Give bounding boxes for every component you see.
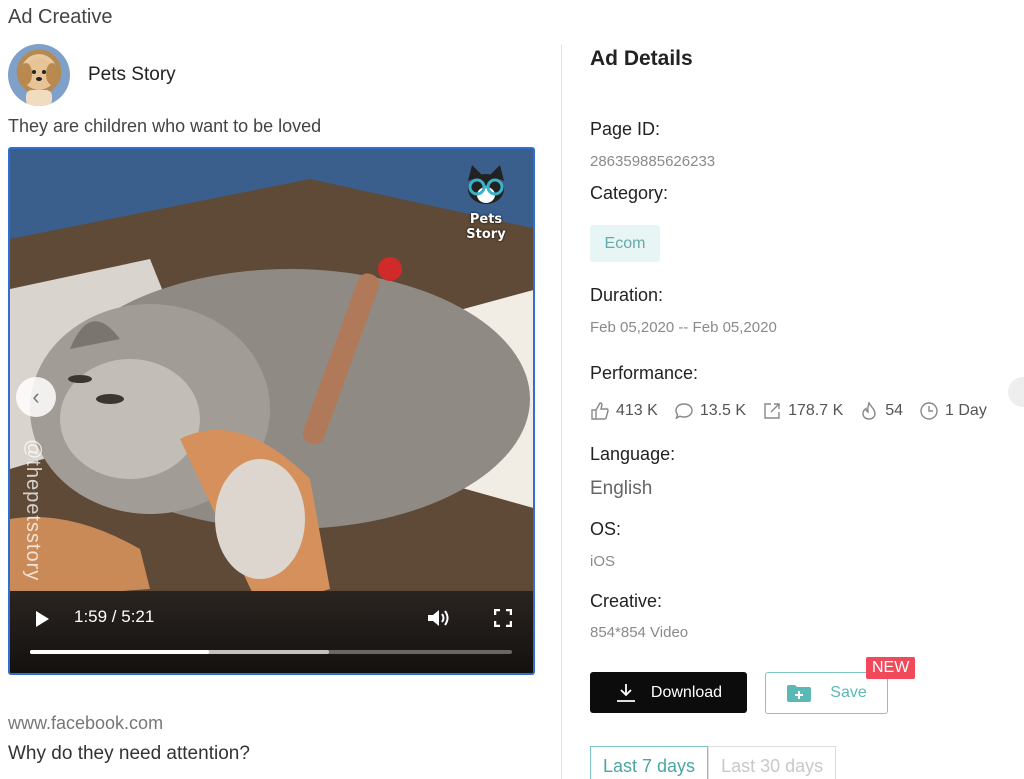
creative-label: Creative: bbox=[590, 591, 663, 611]
performance-label: Performance: bbox=[590, 363, 699, 383]
shares-stat: 178.7 K bbox=[762, 401, 843, 421]
ad-headline: Why do they need attention? bbox=[8, 743, 250, 764]
page-id-value: 286359885626233 bbox=[590, 153, 716, 170]
comments-count: 13.5 K bbox=[699, 402, 747, 419]
panel-divider bbox=[561, 44, 562, 779]
date-range-tabs: Last 7 days Last 30 days bbox=[590, 746, 837, 779]
days-count: 1 Day bbox=[945, 402, 987, 419]
video-progress-track[interactable] bbox=[30, 650, 512, 654]
previous-arrow-button[interactable]: ‹ bbox=[16, 377, 56, 417]
heat-stat: 54 bbox=[859, 401, 903, 421]
video-time: 1:59 / 5:21 bbox=[74, 607, 155, 626]
details-title: Ad Details bbox=[590, 47, 693, 70]
volume-icon[interactable] bbox=[426, 608, 450, 628]
video-player[interactable]: @thepetsstory Pets Story ‹ 1:59 / 5:21 bbox=[8, 147, 535, 675]
advertiser-avatar[interactable] bbox=[8, 44, 70, 106]
ad-text: They are children who want to be loved bbox=[8, 116, 322, 136]
heat-count: 54 bbox=[885, 402, 904, 419]
flame-icon bbox=[862, 401, 876, 420]
os-value: iOS bbox=[590, 553, 616, 570]
save-label: Save bbox=[830, 684, 867, 701]
ad-creative-panel: Ad Creative Pets Story They are children… bbox=[0, 0, 560, 779]
likes-stat: 413 K bbox=[590, 401, 658, 421]
video-controls: 1:59 / 5:21 bbox=[10, 587, 533, 673]
creative-value: 854*854 Video bbox=[590, 624, 689, 641]
video-played-bar bbox=[30, 650, 209, 654]
video-brand-label: Pets Story bbox=[466, 212, 506, 242]
chevron-left-icon: ‹ bbox=[32, 384, 40, 409]
duration-label: Duration: bbox=[590, 285, 664, 305]
clock-icon bbox=[920, 402, 938, 420]
link-domain[interactable]: www.facebook.com bbox=[8, 713, 163, 734]
category-chip[interactable]: Ecom bbox=[590, 225, 660, 262]
likes-count: 413 K bbox=[616, 402, 658, 419]
category-label: Category: bbox=[590, 183, 669, 203]
os-label: OS: bbox=[590, 519, 622, 539]
comment-icon bbox=[675, 403, 693, 420]
download-button[interactable]: Download bbox=[590, 672, 747, 713]
download-icon bbox=[616, 683, 635, 702]
duration-value: Feb 05,2020 -- Feb 05,2020 bbox=[590, 319, 777, 336]
fullscreen-icon[interactable] bbox=[494, 609, 512, 627]
download-label: Download bbox=[650, 683, 723, 701]
section-title: Ad Creative bbox=[8, 6, 113, 28]
thumbs-up-icon bbox=[591, 402, 609, 420]
page-id-label: Page ID: bbox=[590, 119, 661, 139]
tab-last-7-days[interactable]: Last 7 days bbox=[590, 746, 709, 779]
new-badge: NEW bbox=[866, 657, 916, 679]
language-label: Language: bbox=[590, 444, 676, 464]
share-icon bbox=[764, 403, 780, 419]
cat-glasses-icon bbox=[468, 165, 504, 204]
shares-count: 178.7 K bbox=[788, 402, 844, 419]
performance-stats: 413 K 13.5 K 178.7 K 54 1 Day bbox=[590, 398, 1003, 424]
tab-last-30-days[interactable]: Last 30 days bbox=[708, 746, 837, 779]
comments-stat: 13.5 K bbox=[674, 401, 746, 421]
advertiser-name[interactable]: Pets Story bbox=[88, 64, 176, 86]
ad-details-panel: Ad Details Page ID: 286359885626233 Cate… bbox=[590, 0, 1024, 779]
video-brand-logo: Pets Story bbox=[449, 163, 523, 242]
language-value: English bbox=[590, 478, 653, 499]
folder-plus-icon bbox=[787, 685, 812, 702]
days-stat: 1 Day bbox=[919, 401, 987, 421]
dog-avatar-icon bbox=[20, 58, 58, 106]
video-watermark: @thepetsstory bbox=[22, 439, 44, 582]
play-icon[interactable] bbox=[36, 611, 49, 627]
